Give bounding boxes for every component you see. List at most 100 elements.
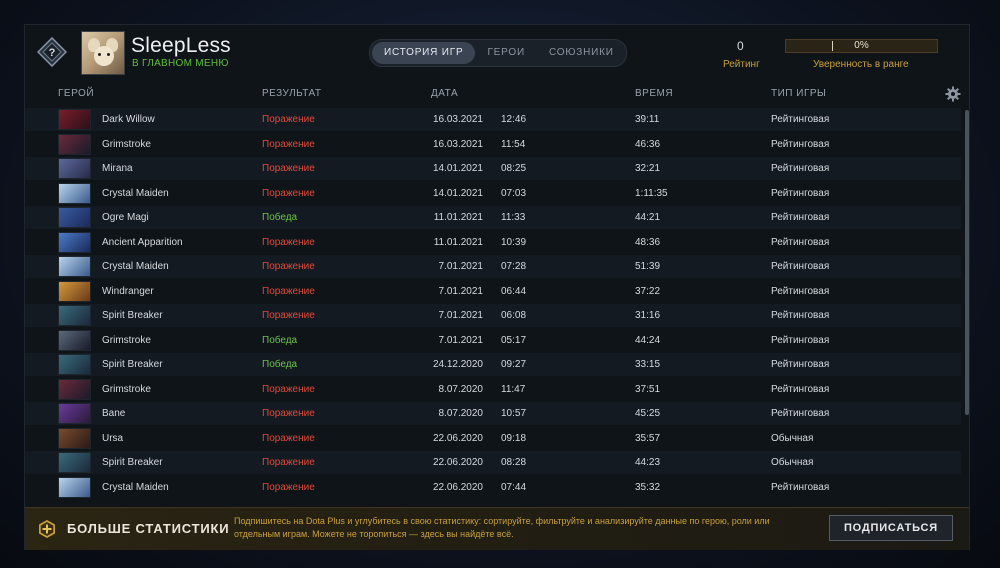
match-date: 14.01.2021 [432, 187, 483, 199]
match-result: Поражение [262, 481, 315, 493]
hero-name: Crystal Maiden [102, 481, 169, 493]
match-row[interactable]: Spirit Breaker Поражение 7.01.2021 06:08 31:… [25, 304, 961, 327]
match-row[interactable]: Ogre Magi Победа 11.01.2021 11:33 44:21 Рейти… [25, 206, 961, 229]
match-row[interactable]: Grimstroke Поражение 8.07.2020 11:47 37:51 Ре… [25, 377, 961, 401]
hero-portrait [58, 305, 91, 326]
column-header-date[interactable]: ДАТА [431, 88, 458, 99]
hero-name: Mirana [102, 163, 133, 174]
match-row[interactable]: Grimstroke Поражение 16.03.2021 11:54 46:36 Р… [25, 132, 961, 156]
hero-portrait [58, 329, 91, 351]
hero-portrait [58, 403, 91, 424]
scrollbar[interactable] [965, 110, 969, 415]
hero-portrait [58, 280, 91, 302]
column-header-hero[interactable]: ГЕРОЙ [58, 88, 94, 99]
match-row[interactable]: Windranger Поражение 7.01.2021 06:44 37:22 Ре… [25, 279, 961, 303]
match-result: Поражение [262, 261, 315, 272]
match-duration: 33:15 [635, 359, 661, 370]
hero-name: Dark Willow [102, 114, 155, 125]
match-row[interactable]: Crystal Maiden Поражение 14.01.2021 07:03 1:… [25, 181, 961, 205]
match-date: 7.01.2021 [438, 310, 484, 321]
match-result: Поражение [262, 163, 315, 174]
match-start-time: 07:03 [501, 187, 527, 199]
match-duration: 31:16 [635, 310, 661, 321]
match-row[interactable]: Crystal Maiden Поражение 22.06.2020 07:44 35… [25, 475, 961, 499]
subscribe-button[interactable]: ПОДПИСАТЬСЯ [829, 515, 953, 541]
banner-text: Подпишитесь на Dota Plus и углубитесь в … [234, 516, 770, 539]
match-start-time: 07:28 [501, 261, 527, 272]
match-game-type: Обычная [771, 457, 814, 468]
avatar[interactable] [81, 31, 125, 75]
tab-match-history[interactable]: ИСТОРИЯ ИГР [372, 42, 476, 64]
rank-unknown-icon[interactable]: ? [36, 36, 68, 68]
match-duration: 35:57 [635, 432, 661, 444]
column-header-result[interactable]: РЕЗУЛЬТАТ [262, 88, 321, 99]
hero-name: Ancient Apparition [102, 236, 183, 248]
hero-name: Ursa [102, 432, 124, 444]
rating-value: 0 [737, 39, 744, 53]
match-row[interactable]: Grimstroke Победа 7.01.2021 05:17 44:24 Рейти… [25, 328, 961, 352]
match-game-type: Рейтинговая [771, 383, 830, 395]
match-date: 16.03.2021 [432, 138, 483, 150]
hero-name: Grimstroke [102, 383, 151, 395]
match-start-time: 09:18 [501, 432, 527, 444]
match-date: 16.03.2021 [432, 114, 483, 125]
match-start-time: 06:44 [501, 285, 527, 297]
hero-name: Crystal Maiden [102, 261, 169, 272]
hero-portrait [58, 476, 91, 498]
match-row[interactable]: Spirit Breaker Победа 24.12.2020 09:27 33:15… [25, 353, 961, 376]
hero-portrait [58, 354, 91, 375]
match-row[interactable]: Crystal Maiden Поражение 7.01.2021 07:28 51:… [25, 255, 961, 278]
match-date: 22.06.2020 [432, 432, 483, 444]
hero-portrait [58, 256, 91, 277]
match-start-time: 11:54 [501, 138, 526, 150]
profile-tabs: ИСТОРИЯ ИГР ГЕРОИ СОЮЗНИКИ [369, 39, 627, 67]
match-row[interactable]: Spirit Breaker Поражение 22.06.2020 08:28 44… [25, 451, 961, 474]
rank-confidence-value: 0% [854, 40, 869, 51]
match-result: Поражение [262, 138, 315, 150]
match-history-panel: ? SleepLess В ГЛАВНОМ МЕНЮ ИСТОРИЯ ИГР Г… [24, 24, 970, 550]
tab-heroes[interactable]: ГЕРОИ [475, 42, 537, 64]
match-row[interactable]: Bane Поражение 8.07.2020 10:57 45:25 Рейтинго… [25, 402, 961, 425]
column-header-duration[interactable]: ВРЕМЯ [635, 88, 673, 99]
match-row[interactable]: Dark Willow Поражение 16.03.2021 12:46 39:11… [25, 108, 961, 131]
match-start-time: 08:25 [501, 163, 527, 174]
hero-name: Spirit Breaker [102, 310, 163, 321]
tab-allies[interactable]: СОЮЗНИКИ [537, 42, 626, 64]
match-duration: 44:23 [635, 457, 661, 468]
match-game-type: Рейтинговая [771, 261, 830, 272]
match-result: Победа [262, 334, 298, 346]
username[interactable]: SleepLess [131, 34, 231, 58]
match-result: Поражение [262, 457, 315, 468]
hero-portrait [58, 231, 91, 253]
column-header-game-type[interactable]: ТИП ИГРЫ [771, 88, 826, 99]
match-start-time: 09:27 [501, 359, 527, 370]
match-game-type: Рейтинговая [771, 163, 830, 174]
svg-text:?: ? [49, 47, 56, 59]
match-result: Победа [262, 212, 298, 223]
hero-name: Crystal Maiden [102, 187, 169, 199]
match-result: Поражение [262, 236, 315, 248]
rank-confidence-bar: 0% [785, 39, 938, 53]
match-duration: 37:22 [635, 285, 661, 297]
match-date: 22.06.2020 [432, 457, 483, 468]
hero-portrait [58, 109, 91, 130]
hero-name: Bane [102, 408, 126, 419]
gear-icon[interactable] [945, 86, 961, 102]
match-duration: 46:36 [635, 138, 661, 150]
match-duration: 35:32 [635, 481, 661, 493]
match-date: 22.06.2020 [432, 481, 483, 493]
match-row[interactable]: Ursa Поражение 22.06.2020 09:18 35:57 Обычная [25, 426, 961, 450]
match-duration: 44:21 [635, 212, 661, 223]
match-row[interactable]: Mirana Поражение 14.01.2021 08:25 32:21 Рейти… [25, 157, 961, 180]
match-game-type: Рейтинговая [771, 285, 830, 297]
match-row[interactable]: Ancient Apparition Поражение 11.01.2021 10:… [25, 230, 961, 254]
match-duration: 1:11:35 [635, 187, 668, 199]
match-date: 7.01.2021 [438, 261, 484, 272]
match-date: 8.07.2020 [438, 408, 484, 419]
match-start-time: 12:46 [501, 114, 527, 125]
match-game-type: Рейтинговая [771, 114, 830, 125]
match-start-time: 10:57 [501, 408, 527, 419]
match-start-time: 06:08 [501, 310, 527, 321]
dota-plus-icon [37, 519, 57, 539]
match-date: 11.01.2021 [433, 212, 483, 223]
